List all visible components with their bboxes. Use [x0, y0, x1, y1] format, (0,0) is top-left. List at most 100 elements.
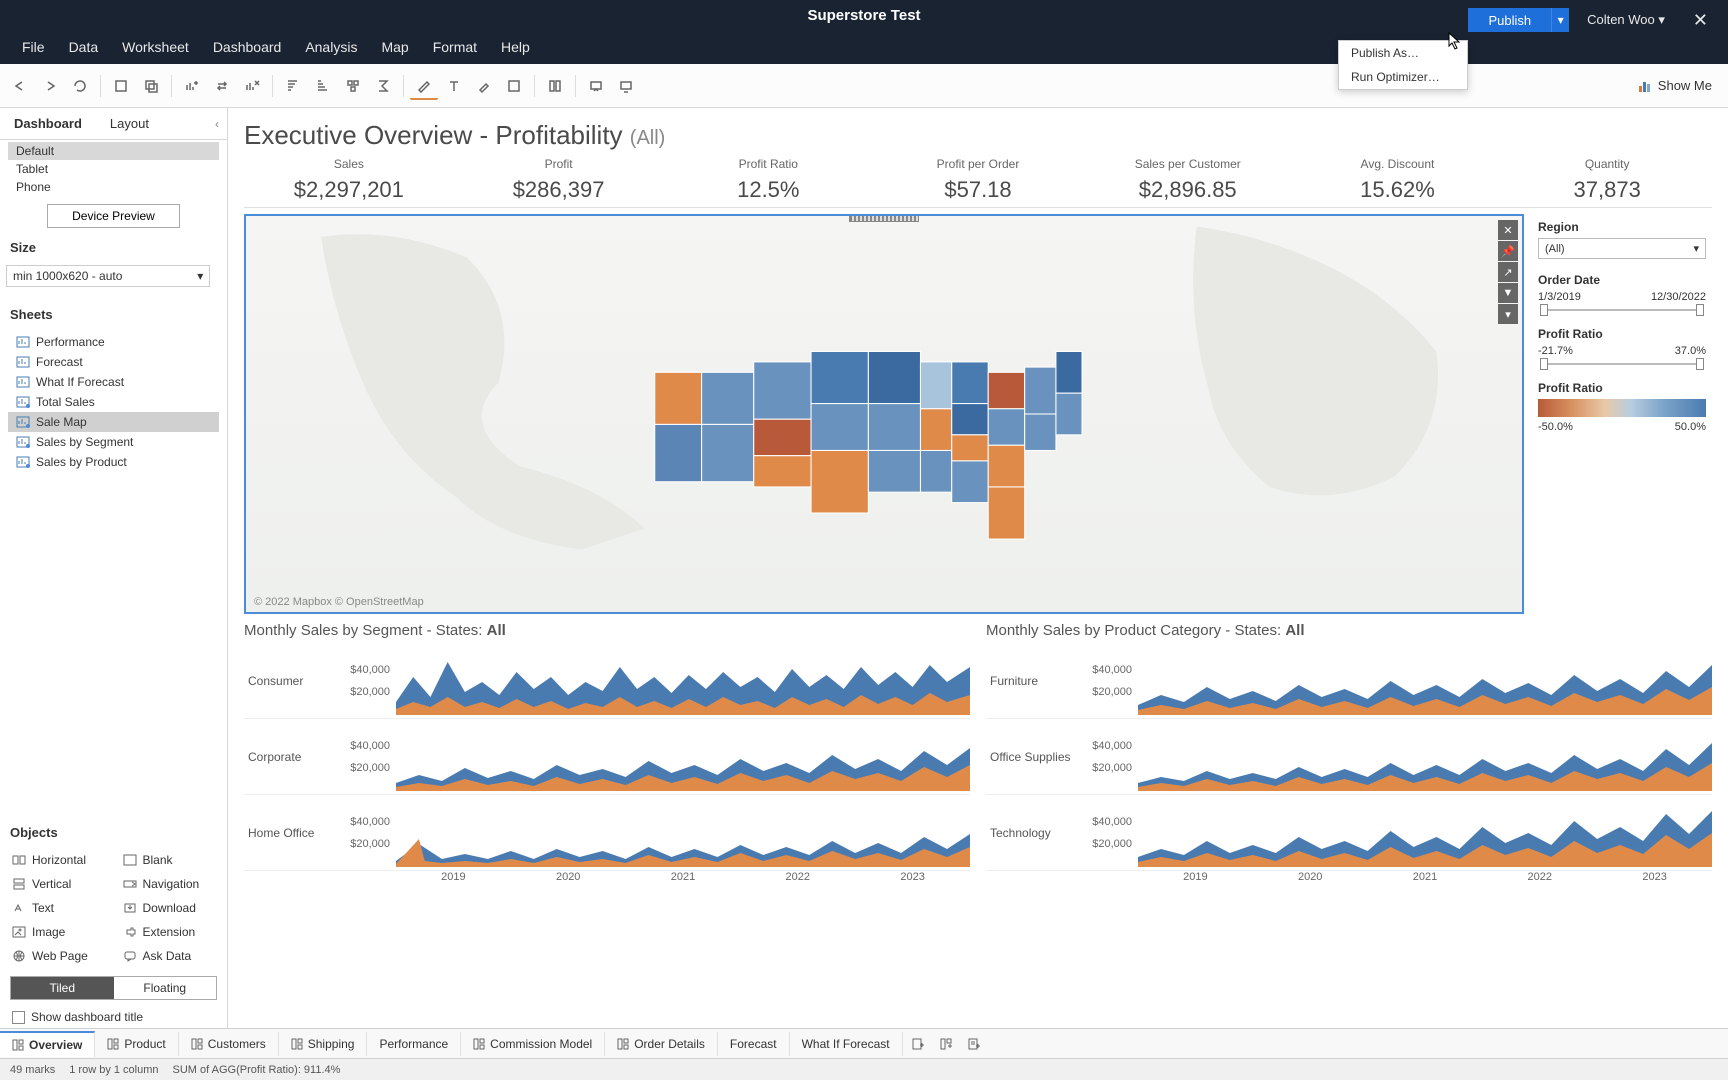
map-goto[interactable]: ↗: [1498, 262, 1518, 282]
size-select[interactable]: min 1000x620 - auto▾: [6, 265, 210, 287]
sheet-salesbysegment[interactable]: Sales by Segment: [8, 432, 219, 452]
tab-customers[interactable]: Customers: [179, 1032, 279, 1056]
user-menu[interactable]: Colten Woo ▾: [1577, 8, 1675, 32]
device-tablet[interactable]: Tablet: [8, 160, 219, 178]
clear-button[interactable]: [238, 72, 266, 100]
obj-extension[interactable]: Extension: [121, 922, 218, 942]
sort-asc-button[interactable]: [279, 72, 307, 100]
menu-data[interactable]: Data: [57, 33, 111, 61]
device-phone[interactable]: Phone: [8, 178, 219, 196]
swap-button[interactable]: [208, 72, 236, 100]
map-attribution: © 2022 Mapbox © OpenStreetMap: [254, 596, 424, 608]
obj-horizontal[interactable]: Horizontal: [10, 850, 107, 870]
run-optimizer-item[interactable]: Run Optimizer…: [1339, 65, 1467, 89]
presentation-button[interactable]: [582, 72, 610, 100]
tab-performance[interactable]: Performance: [367, 1032, 461, 1056]
tile-button[interactable]: Tiled: [11, 977, 114, 999]
obj-blank[interactable]: Blank: [121, 850, 218, 870]
menu-help[interactable]: Help: [489, 33, 542, 61]
device-preview-button[interactable]: Device Preview: [47, 204, 180, 228]
fit-button[interactable]: [500, 72, 528, 100]
status-sum: SUM of AGG(Profit Ratio): 911.4%: [173, 1064, 341, 1076]
kpi-profit: Profit$286,397: [454, 157, 664, 203]
menu-dashboard[interactable]: Dashboard: [201, 33, 294, 61]
kpi-row: Sales$2,297,201 Profit$286,397 Profit Ra…: [244, 157, 1712, 208]
map-filter[interactable]: ▼: [1498, 283, 1518, 303]
menu-analysis[interactable]: Analysis: [293, 33, 369, 61]
new-worksheet-button[interactable]: [107, 72, 135, 100]
publish-button[interactable]: Publish: [1468, 8, 1551, 32]
text-button[interactable]: [440, 72, 468, 100]
region-select[interactable]: (All)▾: [1538, 238, 1706, 259]
format-button[interactable]: [470, 72, 498, 100]
sheet-whatif[interactable]: What If Forecast: [8, 372, 219, 392]
standard-button[interactable]: [541, 72, 569, 100]
show-me-button[interactable]: Show Me: [1638, 78, 1722, 94]
tab-product[interactable]: Product: [95, 1032, 178, 1056]
publish-as-item[interactable]: Publish As…: [1339, 41, 1467, 65]
tab-shipping[interactable]: Shipping: [279, 1032, 368, 1056]
highlight-button[interactable]: [410, 72, 438, 100]
new-story-button[interactable]: [961, 1031, 987, 1057]
date-slider[interactable]: [1544, 307, 1700, 313]
sheet-performance[interactable]: Performance: [8, 332, 219, 352]
sidebar-collapse[interactable]: ‹: [207, 113, 227, 135]
obj-vertical[interactable]: Vertical: [10, 874, 107, 894]
sidebar: Dashboard Layout ‹ Default Tablet Phone …: [0, 108, 228, 1028]
tab-whatif[interactable]: What If Forecast: [790, 1032, 903, 1056]
device-default[interactable]: Default: [8, 142, 219, 160]
status-marks: 49 marks: [10, 1064, 55, 1076]
show-title-checkbox[interactable]: Show dashboard title: [0, 1006, 227, 1028]
kpi-salespercustomer: Sales per Customer$2,896.85: [1083, 157, 1293, 203]
sheet-totalsales[interactable]: Total Sales: [8, 392, 219, 412]
app-title: Superstore Test: [807, 7, 920, 24]
new-dashboard-button[interactable]: [933, 1031, 959, 1057]
menu-worksheet[interactable]: Worksheet: [110, 33, 201, 61]
float-button[interactable]: Floating: [114, 977, 217, 999]
revert-button[interactable]: [66, 72, 94, 100]
tab-forecast[interactable]: Forecast: [718, 1032, 790, 1056]
legend-label: Profit Ratio: [1538, 381, 1706, 395]
close-button[interactable]: ✕: [1683, 6, 1718, 35]
menu-map[interactable]: Map: [369, 33, 420, 61]
obj-navigation[interactable]: Navigation: [121, 874, 218, 894]
obj-webpage[interactable]: Web Page: [10, 946, 107, 966]
download-icon: [123, 902, 137, 914]
segment-row-homeoffice: Home Office $40,000$20,000: [244, 795, 970, 871]
obj-image[interactable]: Image: [10, 922, 107, 942]
map-more[interactable]: ▾: [1498, 304, 1518, 324]
sheet-forecast[interactable]: Forecast: [8, 352, 219, 372]
sheet-salesbyproduct[interactable]: Sales by Product: [8, 452, 219, 472]
sidebar-tab-layout[interactable]: Layout: [96, 108, 163, 139]
tab-overview[interactable]: Overview: [0, 1031, 95, 1057]
map-close[interactable]: ✕: [1498, 220, 1518, 240]
category-row-office: Office Supplies $40,000$20,000: [986, 719, 1712, 795]
new-data-button[interactable]: [178, 72, 206, 100]
sort-desc-button[interactable]: [309, 72, 337, 100]
profitratio-label: Profit Ratio: [1538, 327, 1706, 341]
map-pin[interactable]: 📌: [1498, 241, 1518, 261]
undo-button[interactable]: [6, 72, 34, 100]
orderdate-label: Order Date: [1538, 273, 1706, 287]
redo-button[interactable]: [36, 72, 64, 100]
menu-format[interactable]: Format: [421, 33, 489, 61]
obj-askdata[interactable]: Ask Data: [121, 946, 218, 966]
ratio-slider[interactable]: [1544, 361, 1700, 367]
sheet-salemap[interactable]: Sale Map: [8, 412, 219, 432]
obj-text[interactable]: Text: [10, 898, 107, 918]
totals-button[interactable]: [369, 72, 397, 100]
tab-orderdetails[interactable]: Order Details: [605, 1032, 718, 1056]
obj-download[interactable]: Download: [121, 898, 218, 918]
menu-file[interactable]: File: [10, 33, 57, 61]
sidebar-tab-dashboard[interactable]: Dashboard: [0, 108, 96, 139]
group-button[interactable]: [339, 72, 367, 100]
category-xaxis: 20192020202120222023: [986, 871, 1712, 883]
duplicate-button[interactable]: [137, 72, 165, 100]
map-container[interactable]: ✕ 📌 ↗ ▼ ▾: [244, 214, 1524, 614]
new-sheet-button[interactable]: [905, 1031, 931, 1057]
drag-handle[interactable]: [849, 214, 919, 222]
segment-row-consumer: Consumer $40,000$20,000: [244, 643, 970, 719]
tab-commission[interactable]: Commission Model: [461, 1032, 605, 1056]
share-button[interactable]: [612, 72, 640, 100]
publish-dropdown[interactable]: ▾: [1551, 8, 1569, 32]
